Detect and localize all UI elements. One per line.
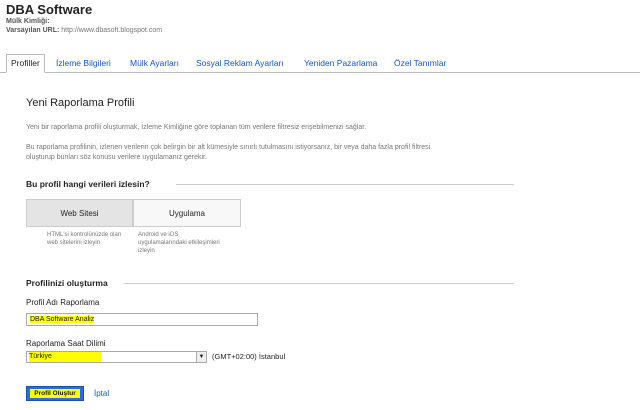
default-url-label: Varsayılan URL: [6, 27, 60, 34]
tab-tracking-info[interactable]: İzleme Bilgileri [52, 55, 115, 72]
info-text-line1: Bu raporlama profilinin, izlenen veriler… [26, 144, 431, 151]
property-id-label: Mülk Kimliği: [6, 18, 50, 25]
app-desc-line1: Android ve iOS [138, 232, 179, 238]
tab-social-ad-settings[interactable]: Sosyal Reklam Ayarları [192, 55, 288, 72]
tab-bar: Profiller İzleme Bilgileri Mülk Ayarları… [0, 52, 640, 73]
web-site-description: HTML'si kontrolünüzde olan web sitelerin… [47, 231, 121, 247]
timezone-value: (GMT+02:00) İstanbul [212, 352, 286, 361]
profile-name-label: Profil Adı Raporlama [26, 298, 100, 307]
intro-text: Yeni bir raporlama profili oluşturmak, İ… [26, 124, 367, 131]
app-description: Android ve iOS uygulamalarındaki etkileş… [138, 231, 220, 255]
cancel-link[interactable]: İptal [94, 389, 109, 398]
property-id-row: Mülk Kimliği: [6, 17, 162, 26]
section-divider [124, 283, 514, 284]
web-desc-line1: HTML'si kontrolünüzde olan [47, 232, 122, 238]
info-text-line2: oluşturup bunları söz konusu verilere uy… [26, 154, 207, 161]
section-divider [176, 184, 514, 185]
create-profile-label: Profil Oluştur [30, 389, 80, 398]
country-value: Türkiye [29, 352, 101, 362]
web-site-option[interactable]: Web Sitesi [26, 199, 133, 227]
default-url-row: Varsayılan URL: http://www.dbasoft.blogs… [6, 26, 162, 35]
page-heading: Yeni Raporlama Profili [26, 97, 135, 109]
tab-custom-definitions[interactable]: Özel Tanımlar [390, 55, 450, 72]
profile-name-value: DBA Software Analiz [30, 316, 95, 323]
default-url: http://www.dbasoft.blogspot.com [61, 27, 163, 34]
tab-property-settings[interactable]: Mülk Ayarları [126, 55, 183, 72]
chevron-down-icon[interactable]: ▼ [196, 352, 206, 362]
profile-name-input[interactable]: DBA Software Analiz [26, 313, 258, 326]
web-desc-line2: web sitelerini izleyin [47, 240, 101, 246]
country-select[interactable]: Türkiye ▼ [26, 351, 207, 363]
property-header: DBA Software Mülk Kimliği: Varsayılan UR… [6, 2, 162, 35]
app-option[interactable]: Uygulama [133, 199, 241, 227]
section-data-title: Bu profil hangi verileri izlesin? [26, 179, 150, 189]
app-desc-line2: uygulamalarındaki etkileşimleri [138, 240, 220, 246]
timezone-label: Raporlama Saat Dilimi [26, 339, 106, 348]
create-profile-button[interactable]: Profil Oluştur [26, 386, 84, 401]
section-create-title: Profilinizi oluşturma [26, 278, 108, 288]
app-desc-line3: izleyin [138, 248, 155, 254]
tab-profiles[interactable]: Profiller [6, 54, 45, 73]
tab-remarketing[interactable]: Yeniden Pazarlama [300, 55, 381, 72]
property-title: DBA Software [6, 2, 93, 17]
